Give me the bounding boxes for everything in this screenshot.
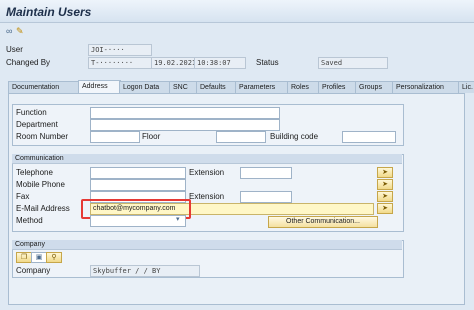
fax-label: Fax [16,192,30,201]
company-label: Company [16,266,51,275]
tab-groups[interactable]: Groups [355,81,394,93]
tab-personalization[interactable]: Personalization [392,81,460,93]
mobile-more-button[interactable]: ➤ [377,179,393,190]
pencil-settings-icon[interactable]: ✎ [16,26,24,36]
function-input[interactable] [90,107,280,119]
changed-by-label: Changed By [6,58,51,67]
tab-lic-data[interactable]: Lic. D [458,81,474,93]
glasses-icon[interactable]: ∞ [6,26,12,36]
copy-icon[interactable]: ❐ [16,252,32,263]
fax-extension-input[interactable] [240,191,292,203]
user-label: User [6,45,23,54]
tab-defaults[interactable]: Defaults [196,81,237,93]
building-code-input[interactable] [342,131,396,143]
company-header: Company [12,240,402,250]
extension-input[interactable] [240,167,292,179]
tab-parameters[interactable]: Parameters [235,81,289,93]
telephone-more-button[interactable]: ➤ [377,167,393,178]
changed-date-field: 19.02.2021 [151,57,195,69]
company-field: Skybuffer / / BY [90,265,200,277]
changed-by-field: T-········ [88,57,152,69]
tab-roles[interactable]: Roles [287,81,320,93]
window-title: Maintain Users [6,5,92,19]
telephone-input[interactable] [90,167,186,179]
document-icon[interactable]: ▣ [31,252,47,263]
fax-more-button[interactable]: ➤ [377,191,393,202]
method-label: Method [16,216,43,225]
other-communication-button[interactable]: Other Communication... [268,216,378,228]
changed-time-field: 10:38:07 [194,57,246,69]
tab-address[interactable]: Address [78,80,121,93]
chevron-down-icon[interactable]: ▾ [176,215,180,223]
floor-input[interactable] [216,131,266,143]
communication-header: Communication [12,154,402,164]
email-label: E-Mail Address [16,204,70,213]
tab-snc[interactable]: SNC [169,81,198,93]
mobile-phone-input[interactable] [90,179,186,191]
email-more-button[interactable]: ➤ [377,203,393,214]
user-field: JOI-···· [88,44,152,56]
department-label: Department [16,120,58,129]
function-label: Function [16,108,47,117]
floor-label: Floor [142,132,161,141]
room-number-input[interactable] [90,131,140,143]
mobile-phone-label: Mobile Phone [16,180,65,189]
telephone-label: Telephone [16,168,53,177]
fax-extension-label: Extension [189,192,225,201]
building-code-label: Building code [270,132,319,141]
search-company-icon[interactable]: ⚲ [46,252,62,263]
extension-label: Extension [189,168,225,177]
room-number-label: Room Number [16,132,69,141]
status-field: Saved [318,57,388,69]
method-select[interactable] [90,215,186,227]
tab-profiles[interactable]: Profiles [318,81,357,93]
department-input[interactable] [90,119,280,131]
tab-documentation[interactable]: Documentation [8,81,79,93]
status-label: Status [256,58,279,67]
tab-logon-data[interactable]: Logon Data [119,81,171,93]
